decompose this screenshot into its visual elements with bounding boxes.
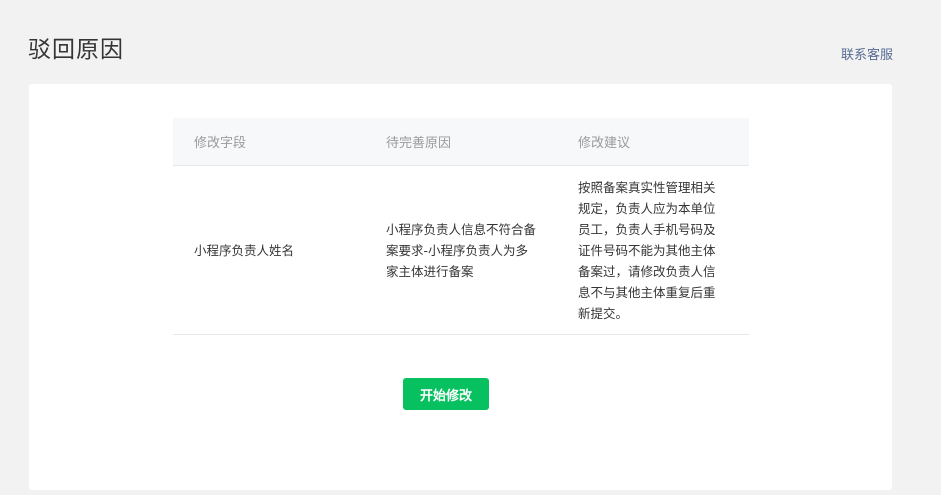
field-name-text: 小程序负责人姓名 — [194, 242, 295, 258]
column-header-advice: 修改建议 — [557, 118, 749, 166]
rejection-table: 修改字段 待完善原因 修改建议 小程序负责人姓名 小程序负责人信息不符合备案要求… — [173, 118, 749, 335]
contact-support-link[interactable]: 联系客服 — [841, 44, 893, 63]
column-header-field: 修改字段 — [173, 118, 365, 166]
start-edit-button[interactable]: 开始修改 — [403, 378, 489, 410]
page-title: 驳回原因 — [28, 37, 124, 63]
content-card: 修改字段 待完善原因 修改建议 小程序负责人姓名 小程序负责人信息不符合备案要求… — [29, 84, 892, 490]
table-header-row: 修改字段 待完善原因 修改建议 — [173, 118, 749, 166]
table-cell-reason: 小程序负责人信息不符合备案要求-小程序负责人为多家主体进行备案 — [365, 165, 557, 335]
reason-text: 小程序负责人信息不符合备案要求-小程序负责人为多家主体进行备案 — [386, 221, 537, 279]
table-row: 小程序负责人姓名 小程序负责人信息不符合备案要求-小程序负责人为多家主体进行备案… — [173, 165, 749, 335]
column-header-reason: 待完善原因 — [365, 118, 557, 166]
table-cell-advice: 按照备案真实性管理相关规定，负责人应为本单位员工，负责人手机号码及证件号码不能为… — [557, 165, 749, 335]
table-cell-field: 小程序负责人姓名 — [173, 165, 365, 335]
advice-text: 按照备案真实性管理相关规定，负责人应为本单位员工，负责人手机号码及证件号码不能为… — [578, 179, 716, 321]
